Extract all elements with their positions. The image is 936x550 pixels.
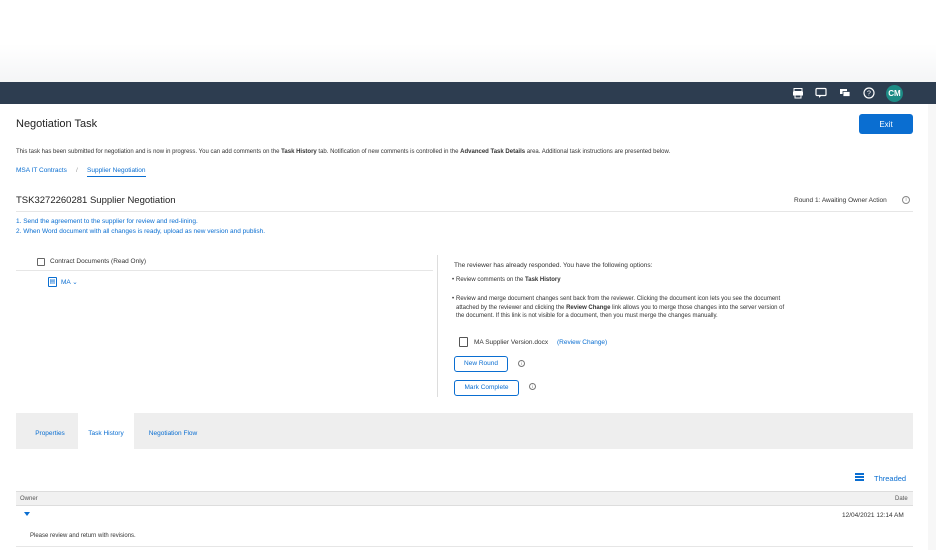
instruction-step-1[interactable]: 1. Send the agreement to the supplier fo… <box>16 218 198 225</box>
column-owner[interactable]: Owner <box>20 496 38 502</box>
table-view-icon[interactable] <box>855 473 864 481</box>
review-change-link[interactable]: (Review Change) <box>557 339 607 346</box>
feedback-icon[interactable] <box>815 87 827 99</box>
tab-task-history[interactable]: Task History <box>78 413 134 449</box>
threaded-view-toggle[interactable]: Threaded <box>874 474 906 483</box>
scrollbar-track[interactable] <box>928 104 936 550</box>
option-review-comments: Review comments on the Task History <box>452 276 561 285</box>
ma-document-link[interactable]: MA ⌄ <box>61 278 78 286</box>
mark-complete-button[interactable]: Mark Complete <box>454 380 519 396</box>
new-round-info-icon[interactable]: i <box>518 360 525 367</box>
reviewer-intro: The reviewer has already responded. You … <box>454 262 653 269</box>
column-date[interactable]: Date <box>895 496 908 502</box>
instruction-step-2[interactable]: 2. When Word document with all changes i… <box>16 228 265 235</box>
documents-divider <box>16 270 433 271</box>
svg-text:?: ? <box>867 91 871 98</box>
docx-file-icon[interactable] <box>459 337 468 347</box>
contract-documents-label: Contract Documents (Read Only) <box>50 258 147 265</box>
chat-icon[interactable] <box>839 87 851 99</box>
history-row-date: 12/04/2021 12:14 AM <box>842 512 904 519</box>
help-icon[interactable]: ? <box>863 87 875 99</box>
breadcrumb-msa-it-contracts[interactable]: MSA IT Contracts <box>16 167 67 174</box>
status-info-icon[interactable]: i <box>902 196 910 204</box>
option-merge-changes: Review and merge document changes sent b… <box>452 295 784 321</box>
document-icon[interactable]: ▤ <box>48 277 57 287</box>
task-info-text: This task has been submitted for negotia… <box>16 149 671 155</box>
top-whitespace <box>0 0 936 82</box>
task-status: Round 1: Awaiting Owner Action <box>794 197 887 204</box>
task-title: TSK3272260281 Supplier Negotiation <box>16 195 176 206</box>
page-title: Negotiation Task <box>16 118 98 130</box>
task-divider <box>16 211 913 212</box>
breadcrumb-supplier-negotiation[interactable]: Supplier Negotiation <box>87 167 146 177</box>
chevron-down-icon[interactable]: ⌄ <box>72 279 77 286</box>
detail-tabs: Properties Task History Negotiation Flow <box>16 413 913 449</box>
breadcrumb-separator: / <box>76 167 78 174</box>
history-table-header: Owner Date <box>16 491 913 506</box>
user-avatar[interactable]: CM <box>886 85 903 102</box>
app-header-bar: ? CM <box>0 82 936 104</box>
print-icon[interactable] <box>792 87 804 99</box>
exit-button[interactable]: Exit <box>859 114 913 134</box>
panel-divider <box>437 255 438 397</box>
folder-icon <box>37 258 45 266</box>
tab-negotiation-flow[interactable]: Negotiation Flow <box>138 413 208 449</box>
supplier-file-name: MA Supplier Version.docx <box>474 339 549 346</box>
new-round-button[interactable]: New Round <box>454 356 508 372</box>
expand-caret-icon[interactable] <box>24 512 30 516</box>
mark-complete-info-icon[interactable]: i <box>529 383 536 390</box>
history-row-message: Please review and return with revisions. <box>30 533 136 539</box>
tab-properties[interactable]: Properties <box>26 413 74 449</box>
row-divider <box>16 546 913 547</box>
